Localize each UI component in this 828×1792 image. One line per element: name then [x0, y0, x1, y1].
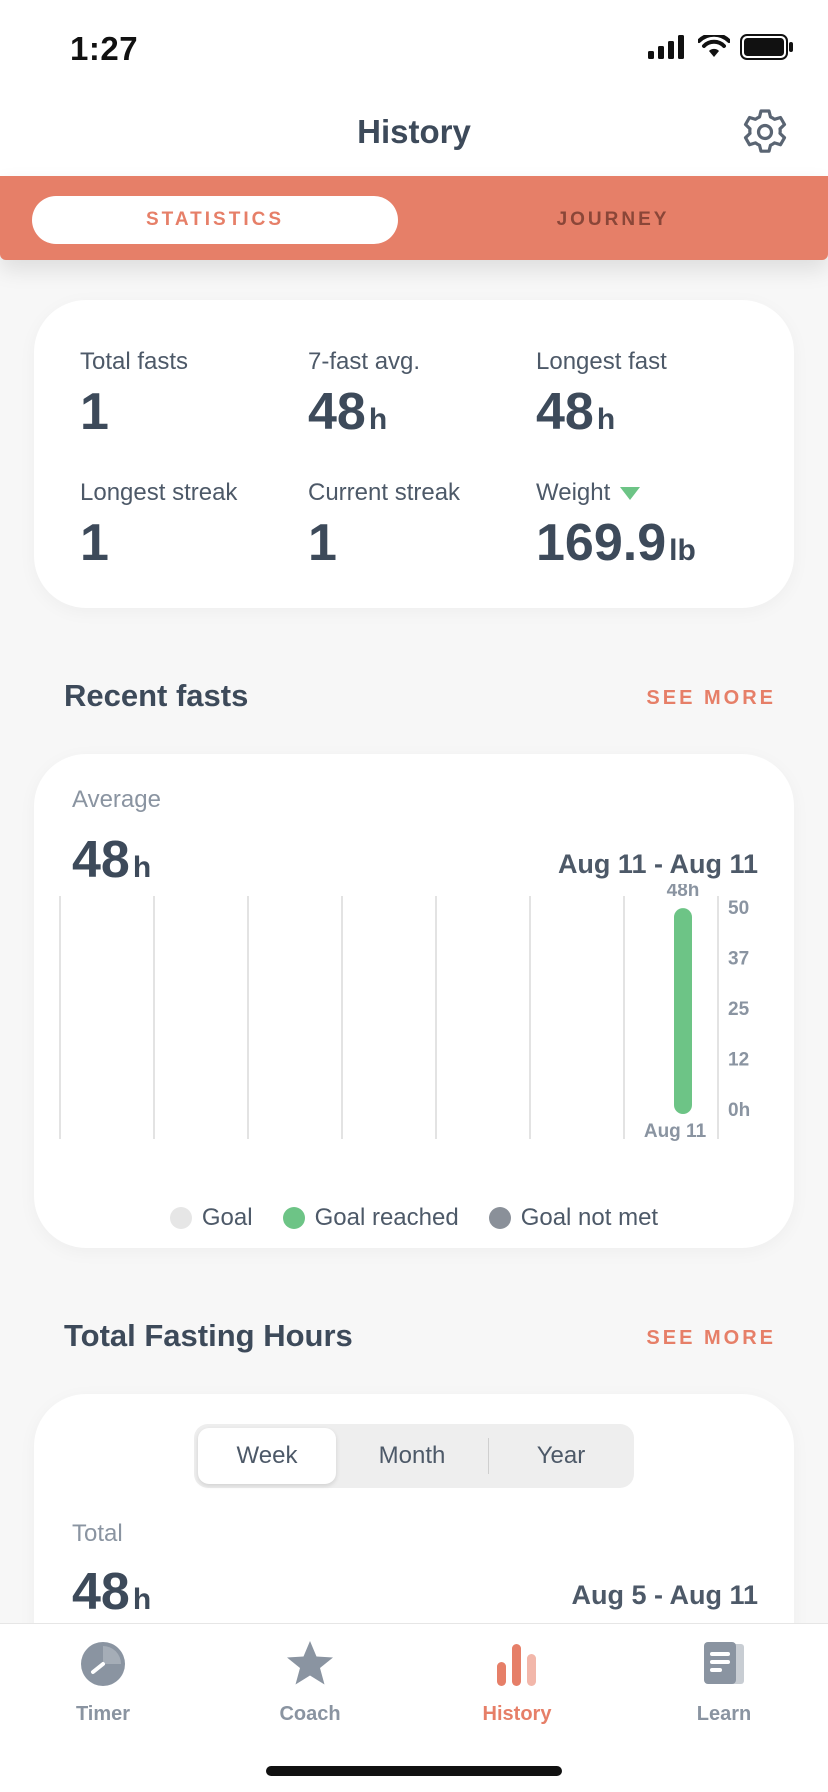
y-tick-label: 12	[728, 1050, 749, 1071]
triangle-down-icon	[620, 487, 641, 501]
tab-label: Timer	[75, 1703, 131, 1725]
star-icon	[287, 1641, 333, 1685]
stat-value: 1	[80, 514, 109, 572]
stat-avg: 7-fast avg. 48 h	[308, 348, 420, 438]
legend-goal: Goal	[169, 1204, 253, 1232]
legend-goal-reached: Goal reached	[282, 1204, 459, 1232]
page-title: History	[357, 113, 471, 150]
total-unit: h	[132, 1583, 152, 1616]
document-icon	[704, 1642, 744, 1684]
tab-label: History	[482, 1703, 552, 1725]
period-week[interactable]: Week	[198, 1428, 336, 1484]
recent-see-more-button[interactable]: SEE MORE	[646, 687, 776, 710]
stat-value: 169.9 lb	[536, 517, 696, 569]
stat-label: Current streak	[308, 479, 461, 506]
legend-label: Goal reached	[314, 1204, 459, 1231]
y-tick-label: 50	[728, 898, 749, 919]
average-value: 48 h	[72, 834, 151, 886]
recent-fasts-chart: 50 37 25 12 0h 48h Aug 11	[59, 884, 750, 1142]
status-time: 1:27	[70, 30, 139, 67]
y-tick-label: 25	[728, 999, 750, 1020]
stat-label: 7-fast avg.	[308, 348, 421, 375]
stat-number: 48	[308, 383, 366, 441]
header: History	[0, 95, 828, 177]
period-year[interactable]: Year	[492, 1428, 630, 1484]
home-indicator	[266, 1766, 562, 1776]
total-see-more-button[interactable]: SEE MORE	[646, 1327, 776, 1350]
legend-label: Goal	[201, 1204, 253, 1231]
chart-bar	[674, 908, 692, 1114]
legend-dot-not-met	[488, 1207, 511, 1229]
stat-longest-fast: Longest fast 48 h	[536, 348, 667, 438]
legend-dot-goal	[169, 1207, 192, 1229]
weight-label: Weight	[536, 479, 611, 506]
stat-value: 1	[308, 514, 337, 572]
stat-unit: h	[596, 403, 616, 436]
tab-timer[interactable]: Timer	[23, 1638, 183, 1738]
stat-number: 169.9	[536, 514, 667, 572]
stats-card: Total fasts 1 7-fast avg. 48 h Longest fa…	[34, 300, 794, 608]
battery-icon	[740, 34, 793, 60]
stat-label: Longest streak	[80, 479, 238, 506]
period-selector: Week Month Year	[194, 1424, 634, 1488]
date-range: Aug 11 - Aug 11	[557, 849, 758, 879]
tab-learn[interactable]: Learn	[644, 1638, 804, 1738]
legend-goal-not-met: Goal not met	[488, 1204, 659, 1232]
stat-label: Longest fast	[536, 348, 667, 375]
status-bar: 1:27	[0, 0, 828, 95]
legend-label: Goal not met	[520, 1204, 659, 1231]
x-tick-label: Aug 11	[644, 1121, 707, 1142]
chart-legend: Goal Goal reached Goal not met	[34, 1204, 794, 1232]
stat-weight[interactable]: Weight 169.9 lb	[536, 479, 696, 569]
bar-chart-icon	[497, 1644, 536, 1686]
bar-value-label: 48h	[667, 884, 700, 901]
stat-unit: h	[368, 403, 388, 436]
tab-history[interactable]: History	[437, 1638, 597, 1738]
period-divider	[488, 1438, 489, 1474]
status-icons	[648, 34, 794, 60]
average-label: Average	[72, 786, 161, 813]
stat-value: 48 h	[536, 386, 667, 438]
y-tick-label: 37	[728, 949, 749, 970]
legend-dot-reached	[282, 1207, 305, 1229]
stat-value: 1	[80, 383, 109, 441]
stat-longest-streak: Longest streak 1	[80, 479, 237, 569]
total-number: 48	[72, 1563, 130, 1621]
stat-label: Total fasts	[80, 348, 189, 375]
view-switcher: STATISTICS JOURNEY	[0, 176, 828, 260]
total-value: 48 h	[72, 1566, 151, 1618]
signal-icon	[648, 35, 684, 59]
wifi-icon	[698, 35, 730, 57]
total-date-range: Aug 5 - Aug 11	[571, 1580, 758, 1610]
tab-coach[interactable]: Coach	[230, 1638, 390, 1738]
gear-icon[interactable]	[740, 107, 790, 157]
total-hours-title: Total Fasting Hours	[64, 1318, 353, 1353]
stat-label: Weight	[536, 479, 696, 507]
average-unit: h	[132, 851, 152, 884]
stat-number: 48	[536, 383, 594, 441]
stat-value: 48 h	[308, 386, 420, 438]
tab-label: Learn	[696, 1703, 752, 1725]
stat-total-fasts: Total fasts 1	[80, 348, 188, 438]
tab-journey[interactable]: JOURNEY	[430, 196, 796, 244]
period-month[interactable]: Month	[340, 1428, 484, 1484]
recent-fasts-card: Average 48 h Aug 11 - Aug 11 50 37 25 12 0h 48…	[34, 754, 794, 1248]
stat-current-streak: Current streak 1	[308, 479, 460, 569]
recent-fasts-title: Recent fasts	[64, 678, 249, 713]
tab-label: Coach	[279, 1703, 341, 1725]
timer-icon	[81, 1642, 125, 1686]
tab-statistics[interactable]: STATISTICS	[32, 196, 398, 244]
total-label: Total	[72, 1520, 123, 1547]
average-number: 48	[72, 831, 130, 889]
y-tick-label: 0h	[728, 1100, 750, 1121]
stat-unit: lb	[669, 534, 696, 567]
